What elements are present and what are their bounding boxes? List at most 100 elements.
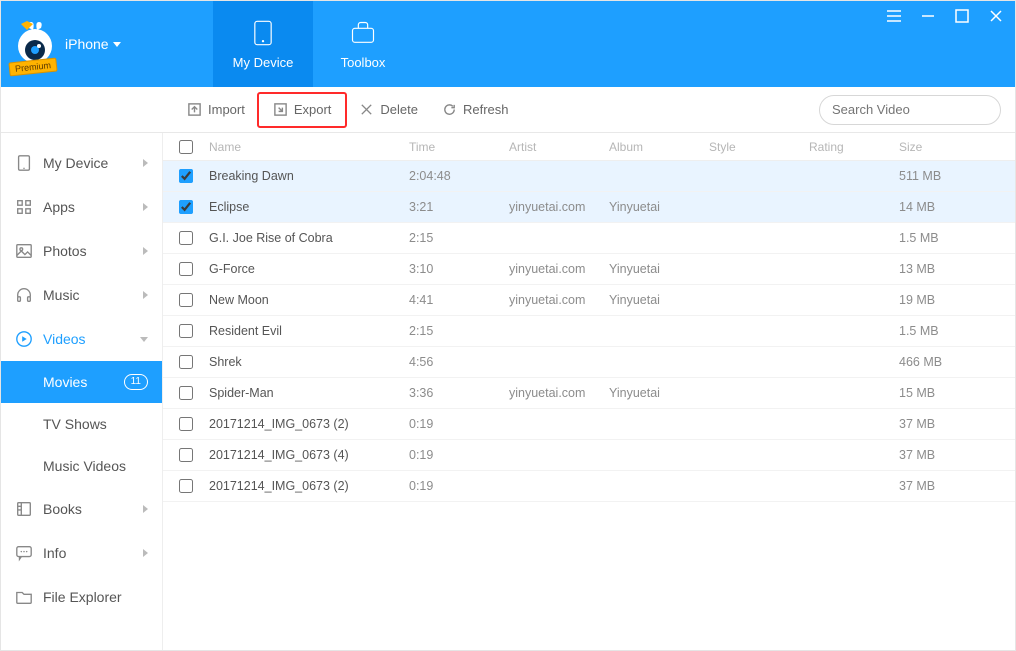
cell-album: Yinyuetai xyxy=(609,293,709,307)
row-checkbox[interactable] xyxy=(179,448,193,462)
sidebar-item-music[interactable]: Music xyxy=(1,273,162,317)
sidebar: My Device Apps Photos Music Videos Movie… xyxy=(1,133,163,650)
close-icon[interactable] xyxy=(987,7,1005,25)
chevron-right-icon xyxy=(143,203,148,211)
sidebar-item-books[interactable]: Books xyxy=(1,487,162,531)
sidebar-label: Info xyxy=(43,545,66,561)
tab-toolbox[interactable]: Toolbox xyxy=(313,1,413,87)
cell-size: 19 MB xyxy=(899,293,1015,307)
tab-my-device-label: My Device xyxy=(233,55,294,70)
caret-down-icon xyxy=(113,42,121,47)
chevron-right-icon xyxy=(143,291,148,299)
cell-name: Resident Evil xyxy=(209,324,409,338)
folder-icon xyxy=(15,588,33,606)
chevron-right-icon xyxy=(143,549,148,557)
device-selector[interactable]: iPhone xyxy=(65,36,121,52)
cell-name: Eclipse xyxy=(209,200,409,214)
cell-album: Yinyuetai xyxy=(609,262,709,276)
cell-size: 13 MB xyxy=(899,262,1015,276)
row-checkbox[interactable] xyxy=(179,262,193,276)
table-row[interactable]: 20171214_IMG_0673 (4)0:1937 MB xyxy=(163,440,1015,471)
refresh-button[interactable]: Refresh xyxy=(430,94,521,126)
row-checkbox[interactable] xyxy=(179,479,193,493)
col-style[interactable]: Style xyxy=(709,140,809,154)
table-row[interactable]: Breaking Dawn2:04:48511 MB xyxy=(163,161,1015,192)
sidebar-sub-movies[interactable]: Movies 11 xyxy=(1,361,162,403)
cell-artist: yinyuetai.com xyxy=(509,200,609,214)
table-row[interactable]: Shrek4:56466 MB xyxy=(163,347,1015,378)
cell-time: 3:21 xyxy=(409,200,509,214)
sidebar-item-apps[interactable]: Apps xyxy=(1,185,162,229)
col-time[interactable]: Time xyxy=(409,140,509,154)
cell-album: Yinyuetai xyxy=(609,200,709,214)
cell-size: 1.5 MB xyxy=(899,231,1015,245)
menu-icon[interactable] xyxy=(885,7,903,25)
select-all-checkbox[interactable] xyxy=(179,140,193,154)
col-name[interactable]: Name xyxy=(209,140,409,154)
table-row[interactable]: 20171214_IMG_0673 (2)0:1937 MB xyxy=(163,409,1015,440)
window-controls xyxy=(885,7,1005,25)
cell-artist: yinyuetai.com xyxy=(509,386,609,400)
table-row[interactable]: Eclipse3:21yinyuetai.comYinyuetai14 MB xyxy=(163,192,1015,223)
table-row[interactable]: Spider-Man3:36yinyuetai.comYinyuetai15 M… xyxy=(163,378,1015,409)
sidebar-label: Apps xyxy=(43,199,75,215)
minimize-icon[interactable] xyxy=(919,7,937,25)
sidebar-item-my-device[interactable]: My Device xyxy=(1,141,162,185)
table-row[interactable]: G.I. Joe Rise of Cobra2:151.5 MB xyxy=(163,223,1015,254)
cell-size: 15 MB xyxy=(899,386,1015,400)
sidebar-label: My Device xyxy=(43,155,108,171)
cell-name: G-Force xyxy=(209,262,409,276)
table: Name Time Artist Album Style Rating Size… xyxy=(163,133,1015,650)
sidebar-label: Photos xyxy=(43,243,87,259)
grid-icon xyxy=(15,198,33,216)
row-checkbox[interactable] xyxy=(179,169,193,183)
sidebar-label: Books xyxy=(43,501,82,517)
book-icon xyxy=(15,500,33,518)
row-checkbox[interactable] xyxy=(179,386,193,400)
tab-toolbox-label: Toolbox xyxy=(341,55,386,70)
sidebar-sub-tvshows[interactable]: TV Shows xyxy=(1,403,162,445)
export-button[interactable]: Export xyxy=(257,92,348,128)
table-row[interactable]: Resident Evil2:151.5 MB xyxy=(163,316,1015,347)
col-album[interactable]: Album xyxy=(609,140,709,154)
table-row[interactable]: 20171214_IMG_0673 (2)0:1937 MB xyxy=(163,471,1015,502)
cell-name: 20171214_IMG_0673 (2) xyxy=(209,417,409,431)
tab-my-device[interactable]: My Device xyxy=(213,1,313,87)
cell-time: 3:10 xyxy=(409,262,509,276)
image-icon xyxy=(15,242,33,260)
cell-name: 20171214_IMG_0673 (2) xyxy=(209,479,409,493)
delete-label: Delete xyxy=(380,102,418,117)
sidebar-sub-label: Movies xyxy=(43,374,87,390)
cell-name: New Moon xyxy=(209,293,409,307)
search-input[interactable] xyxy=(832,102,1008,117)
row-checkbox[interactable] xyxy=(179,231,193,245)
sidebar-item-photos[interactable]: Photos xyxy=(1,229,162,273)
table-row[interactable]: G-Force3:10yinyuetai.comYinyuetai 13 MB xyxy=(163,254,1015,285)
search-box[interactable] xyxy=(819,95,1001,125)
maximize-icon[interactable] xyxy=(953,7,971,25)
sidebar-label: Videos xyxy=(43,331,86,347)
cell-artist: yinyuetai.com xyxy=(509,262,609,276)
cell-size: 37 MB xyxy=(899,417,1015,431)
sidebar-label: Music xyxy=(43,287,80,303)
table-row[interactable]: New Moon4:41yinyuetai.comYinyuetai19 MB xyxy=(163,285,1015,316)
chat-icon xyxy=(15,544,33,562)
row-checkbox[interactable] xyxy=(179,200,193,214)
delete-button[interactable]: Delete xyxy=(347,94,430,126)
import-button[interactable]: Import xyxy=(175,94,257,126)
sidebar-item-videos[interactable]: Videos xyxy=(1,317,162,361)
col-artist[interactable]: Artist xyxy=(509,140,609,154)
logo-block: Premium iPhone xyxy=(1,1,213,87)
row-checkbox[interactable] xyxy=(179,324,193,338)
cell-time: 2:15 xyxy=(409,231,509,245)
cell-time: 0:19 xyxy=(409,448,509,462)
col-rating[interactable]: Rating xyxy=(809,140,899,154)
row-checkbox[interactable] xyxy=(179,417,193,431)
sidebar-sub-musicvideos[interactable]: Music Videos xyxy=(1,445,162,487)
col-size[interactable]: Size xyxy=(899,140,1015,154)
sidebar-item-file-explorer[interactable]: File Explorer xyxy=(1,575,162,619)
row-checkbox[interactable] xyxy=(179,293,193,307)
sidebar-item-info[interactable]: Info xyxy=(1,531,162,575)
tablet-icon xyxy=(15,154,33,172)
row-checkbox[interactable] xyxy=(179,355,193,369)
